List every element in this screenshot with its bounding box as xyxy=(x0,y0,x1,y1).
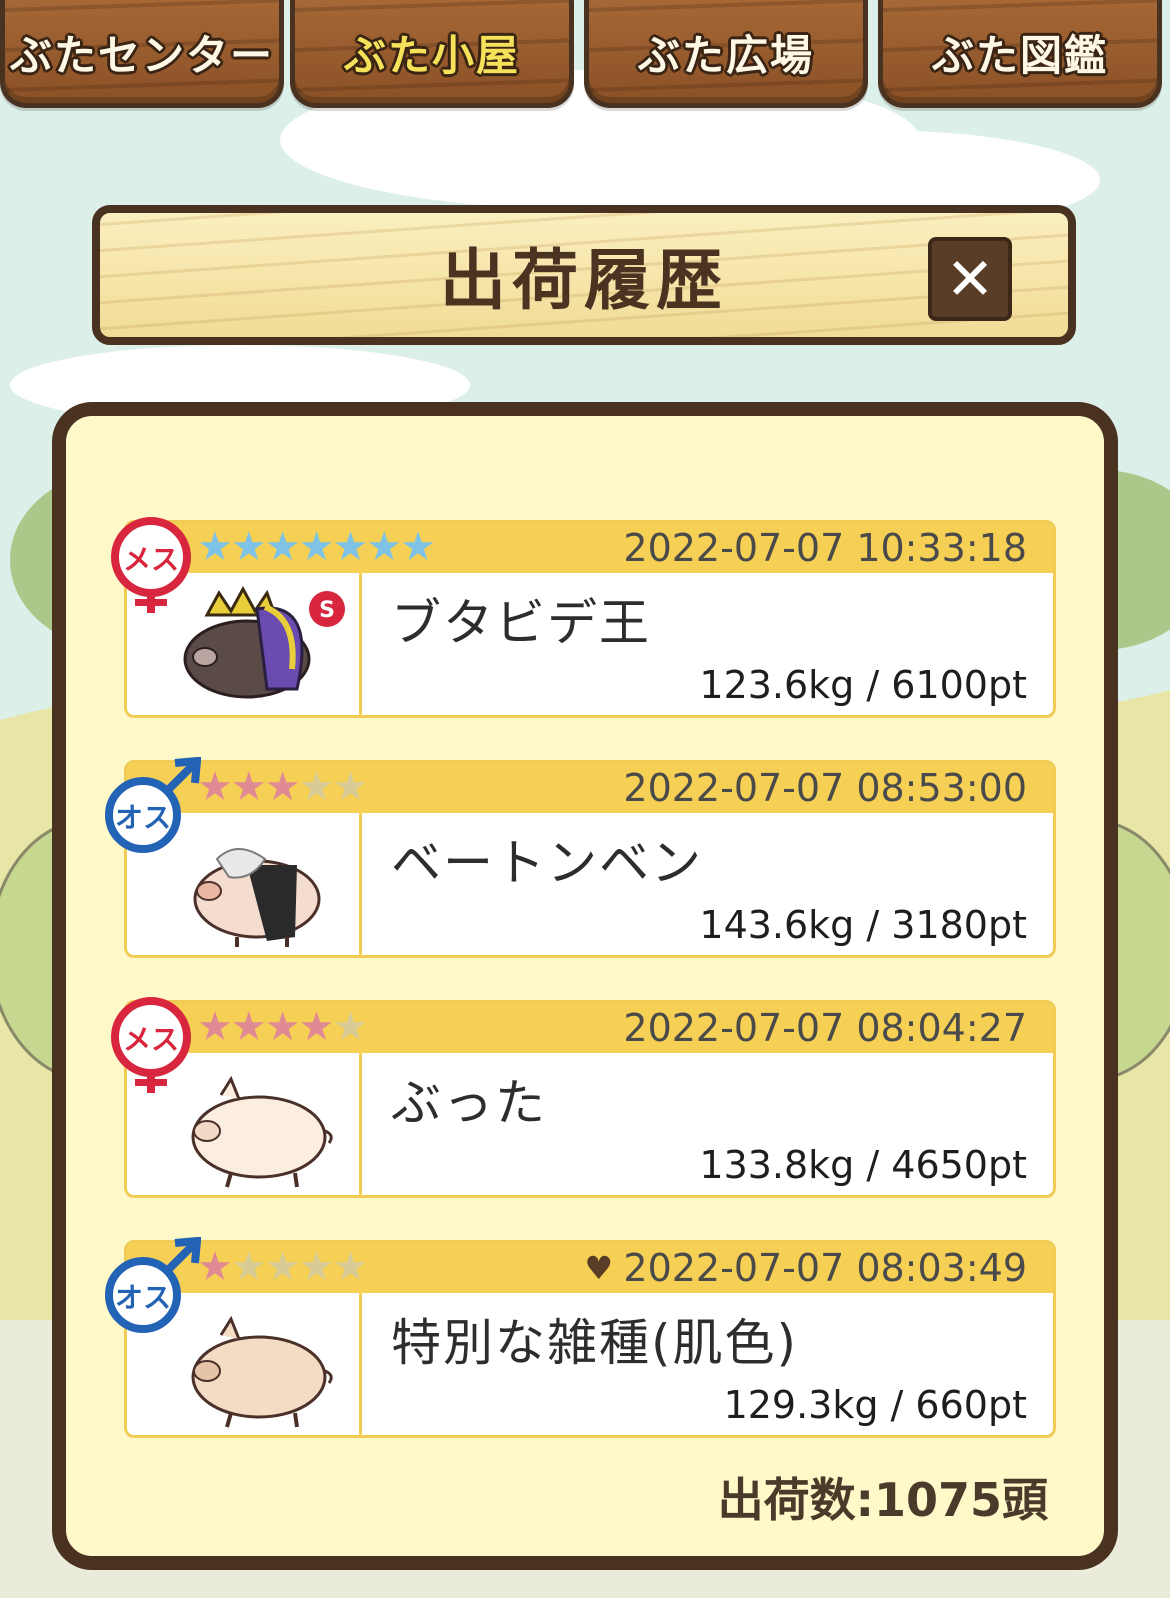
pig-name: ベートンベン xyxy=(391,834,703,892)
star-filled-icon: ★ xyxy=(264,524,301,570)
male-icon: オス xyxy=(105,757,201,853)
record-header: ★★★★★ ♥ 2022-07-07 08:03:49 xyxy=(127,1243,1053,1293)
record-datetime: 2022-07-07 08:04:27 xyxy=(623,1006,1027,1050)
top-tab-bar: ぶたセンター ぶた小屋 ぶた広場 ぶた図鑑 xyxy=(0,0,1170,112)
tab-label: ぶた図鑑 xyxy=(931,31,1108,80)
star-filled-icon: ★ xyxy=(197,1244,233,1290)
tab-buta-zukan[interactable]: ぶた図鑑 xyxy=(878,0,1162,108)
star-filled-icon: ★ xyxy=(264,764,301,810)
rank-stars: ★★★★★ xyxy=(197,1244,368,1290)
record-header: ★★★★★ 2022-07-07 08:53:00 xyxy=(127,763,1053,813)
record-header: ★★★★★★★ 2022-07-07 10:33:18 xyxy=(127,523,1053,573)
star-filled-icon: ★ xyxy=(332,524,368,570)
pig-stats: 129.3kg / 660pt xyxy=(723,1383,1027,1427)
star-filled-icon: ★ xyxy=(400,524,436,570)
star-filled-icon: ★ xyxy=(230,764,267,810)
tab-buta-hiroba[interactable]: ぶた広場 xyxy=(584,0,868,108)
star-empty-icon: ★ xyxy=(264,1244,301,1290)
rank-stars: ★★★★★★★ xyxy=(197,524,436,570)
female-icon: メス xyxy=(111,517,191,613)
star-filled-icon: ★ xyxy=(197,1004,233,1050)
record-datetime: 2022-07-07 10:33:18 xyxy=(623,526,1027,570)
star-filled-icon: ★ xyxy=(298,524,335,570)
tab-buta-koya[interactable]: ぶた小屋 xyxy=(290,0,574,108)
star-filled-icon: ★ xyxy=(230,524,267,570)
pig-name: 特別な雑種(肌色) xyxy=(391,1314,799,1372)
close-icon: ✕ xyxy=(945,245,995,313)
star-empty-icon: ★ xyxy=(298,764,335,810)
divider xyxy=(359,1293,362,1435)
svg-text:オス: オス xyxy=(115,1281,171,1314)
pig-name: ぶった xyxy=(391,1074,547,1132)
shipment-record[interactable]: ★★★★★ ♥ 2022-07-07 08:03:49 特別な雑種(肌色) 12… xyxy=(105,1237,1056,1438)
male-icon: オス xyxy=(105,1237,201,1333)
shipment-count: 出荷数:1075頭 xyxy=(717,1473,1048,1527)
record-datetime: 2022-07-07 08:53:00 xyxy=(623,766,1027,810)
pig-stats: 143.6kg / 3180pt xyxy=(699,903,1027,947)
favorite-heart-icon: ♥ xyxy=(584,1249,613,1287)
divider xyxy=(359,573,362,715)
star-filled-icon: ★ xyxy=(366,524,402,570)
divider xyxy=(359,813,362,955)
rank-stars: ★★★★★ xyxy=(197,1004,368,1050)
dialog-title: 出荷履歴 xyxy=(440,242,728,319)
dialog-title-bar: 出荷履歴 ✕ xyxy=(92,205,1076,345)
star-empty-icon: ★ xyxy=(298,1244,335,1290)
star-filled-icon: ★ xyxy=(264,1004,301,1050)
tab-label: ぶたセンター xyxy=(9,31,274,80)
star-filled-icon: ★ xyxy=(230,1004,267,1050)
tab-buta-center[interactable]: ぶたセンター xyxy=(0,0,284,108)
svg-text:メス: メス xyxy=(123,543,179,576)
divider xyxy=(359,1053,362,1195)
shipment-history-panel: ★★★★★★★ 2022-07-07 10:33:18 S ブタビデ王 123.… xyxy=(52,402,1118,1570)
star-empty-icon: ★ xyxy=(332,764,368,810)
female-icon: メス xyxy=(111,997,191,1093)
star-filled-icon: ★ xyxy=(298,1004,335,1050)
pig-name: ブタビデ王 xyxy=(391,594,651,652)
tab-label: ぶた広場 xyxy=(637,31,814,80)
rank-stars: ★★★★★ xyxy=(197,764,368,810)
star-empty-icon: ★ xyxy=(332,1244,368,1290)
record-datetime: 2022-07-07 08:03:49 xyxy=(623,1246,1027,1290)
svg-text:オス: オス xyxy=(115,801,171,834)
shipment-record[interactable]: ★★★★★ 2022-07-07 08:53:00 ベートンベン 143.6kg… xyxy=(105,757,1056,958)
shipment-record[interactable]: ★★★★★ 2022-07-07 08:04:27 ぶった 133.8kg / … xyxy=(111,997,1056,1198)
pig-stats: 123.6kg / 6100pt xyxy=(699,663,1027,707)
record-header: ★★★★★ 2022-07-07 08:04:27 xyxy=(127,1003,1053,1053)
star-filled-icon: ★ xyxy=(197,524,233,570)
star-empty-icon: ★ xyxy=(332,1004,368,1050)
pig-stats: 133.8kg / 4650pt xyxy=(699,1143,1027,1187)
star-empty-icon: ★ xyxy=(230,1244,267,1290)
tab-label: ぶた小屋 xyxy=(343,31,520,80)
shipment-record[interactable]: ★★★★★★★ 2022-07-07 10:33:18 S ブタビデ王 123.… xyxy=(111,517,1056,718)
badge-letter: S xyxy=(319,598,335,623)
star-filled-icon: ★ xyxy=(197,764,233,810)
close-button[interactable]: ✕ xyxy=(928,237,1012,321)
svg-text:メス: メス xyxy=(123,1023,179,1056)
